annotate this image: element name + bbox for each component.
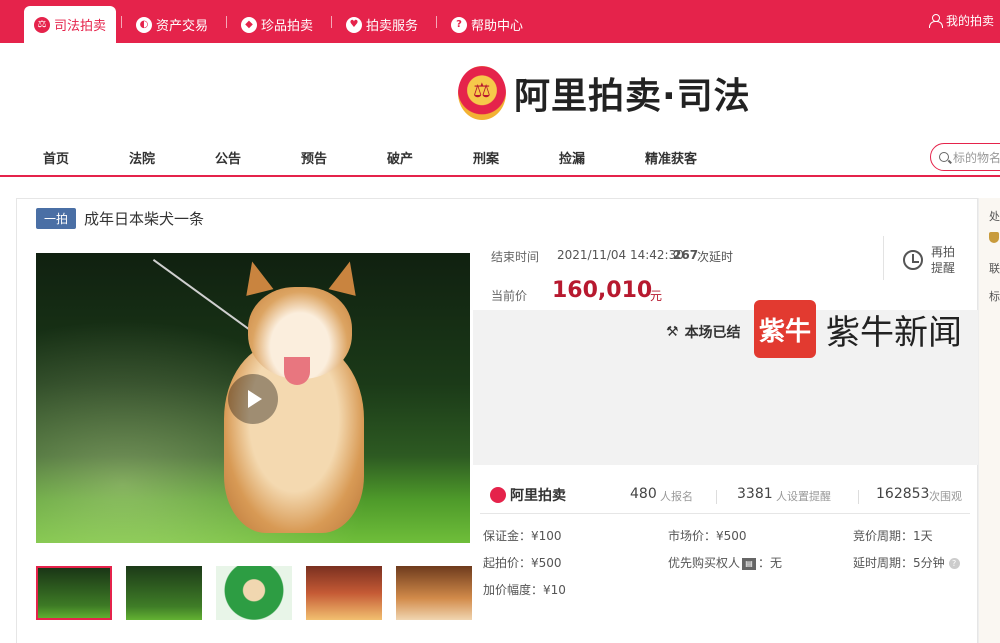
search-placeholder: 标的物名 bbox=[953, 150, 1000, 165]
delay-cycle-info: 延时周期：5分钟? bbox=[853, 554, 960, 571]
item-title: 成年日本柴犬一条 bbox=[84, 210, 205, 228]
increment-info: 加价幅度：¥10 bbox=[483, 583, 566, 597]
tab-treasure-auction[interactable]: ◆ 珍品拍卖 bbox=[241, 6, 313, 43]
reauction-remind-button[interactable]: 再拍提醒 bbox=[903, 244, 957, 276]
tab-label: 珍品拍卖 bbox=[261, 19, 314, 34]
news-watermark: 紫牛 紫牛新闻 bbox=[754, 300, 962, 358]
divider bbox=[858, 490, 859, 504]
delay-count: 267 bbox=[673, 248, 699, 262]
main-nav: 首页 法院 公告 预告 破产 刑案 捡漏 精准获客 bbox=[0, 140, 1000, 177]
court-icon: ⚖ bbox=[34, 16, 50, 33]
divider bbox=[480, 513, 970, 514]
stats-row: 阿里拍卖 480 人报名 3381 人设置提醒 162853 次围观 bbox=[473, 478, 978, 514]
delay-cycle-text: 延时周期：5分钟 bbox=[853, 556, 945, 570]
divider bbox=[716, 490, 717, 504]
end-time-label: 结束时间 bbox=[491, 250, 540, 264]
nav-item-bankruptcy[interactable]: 破产 bbox=[387, 148, 413, 167]
tab-label: 资产交易 bbox=[156, 19, 209, 34]
tab-asset-trading[interactable]: ◐ 资产交易 bbox=[136, 6, 208, 43]
logo-text: 阿里拍卖·司法 bbox=[514, 76, 751, 117]
nav-item-bargain[interactable]: 捡漏 bbox=[559, 148, 585, 167]
question-icon[interactable]: ? bbox=[948, 558, 960, 569]
divider bbox=[331, 16, 332, 28]
search-input[interactable]: 标的物名 bbox=[930, 143, 1000, 171]
thumbnail-4[interactable] bbox=[306, 566, 382, 620]
deposit-info: 保证金：¥100 bbox=[483, 529, 562, 543]
gem-icon: ◆ bbox=[241, 16, 257, 33]
user-icon bbox=[928, 14, 943, 28]
watermark-logo: 紫牛 bbox=[754, 300, 816, 358]
end-time-value: 2021/11/04 14:42:30 bbox=[557, 248, 684, 262]
brand-label: 阿里拍卖 bbox=[510, 488, 566, 504]
side-info-panel: 处 联 标 bbox=[978, 198, 1000, 643]
my-auction-link[interactable]: 我的拍卖 bbox=[928, 12, 994, 29]
thumbnail-2[interactable] bbox=[126, 566, 202, 620]
shield-icon bbox=[989, 232, 999, 243]
dog-tongue bbox=[284, 357, 310, 385]
item-title-row: 一拍 成年日本柴犬一条 bbox=[36, 208, 204, 229]
ali-auction-icon bbox=[490, 487, 506, 503]
side-text: 处 bbox=[989, 210, 1000, 223]
priority-prefix: 优先购买权人 bbox=[668, 556, 741, 570]
nav-item-criminal[interactable]: 刑案 bbox=[473, 148, 499, 167]
remind-label: 再拍提醒 bbox=[931, 245, 956, 275]
divider bbox=[226, 16, 227, 28]
bid-cycle-info: 竞价周期：1天 bbox=[853, 529, 933, 543]
tab-label: 拍卖服务 bbox=[366, 19, 419, 34]
nav-item-announcement[interactable]: 公告 bbox=[215, 148, 241, 167]
thumbnail-strip bbox=[36, 566, 472, 622]
divider bbox=[121, 16, 122, 28]
nav-underline bbox=[0, 175, 1000, 177]
top-navigation-bar: ⚖ 司法拍卖 ◐ 资产交易 ◆ 珍品拍卖 ♥ 拍卖服务 ? 帮助中心 我的拍卖 bbox=[0, 0, 1000, 43]
signup-label: 人报名 bbox=[660, 490, 693, 503]
divider bbox=[883, 236, 884, 280]
priority-buyer-info: 优先购买权人 ▤ ：无 bbox=[668, 554, 782, 571]
priority-suffix: ：无 bbox=[758, 556, 783, 570]
nav-item-precise-leads[interactable]: 精准获客 bbox=[645, 148, 697, 167]
thumbnail-5[interactable] bbox=[396, 566, 472, 620]
delay-suffix: 次延时 bbox=[697, 250, 734, 264]
view-label: 次围观 bbox=[929, 490, 962, 503]
side-text: 标 bbox=[989, 290, 1000, 303]
court-emblem-icon bbox=[458, 66, 506, 120]
tab-judicial-auction[interactable]: ⚖ 司法拍卖 bbox=[24, 6, 117, 43]
reminder-label: 人设置提醒 bbox=[776, 490, 831, 503]
tab-label: 帮助中心 bbox=[471, 19, 524, 34]
nav-item-preview[interactable]: 预告 bbox=[301, 148, 327, 167]
side-text: 联 bbox=[989, 262, 1000, 275]
thumbnail-1[interactable] bbox=[36, 566, 112, 620]
asset-icon: ◐ bbox=[136, 16, 152, 33]
current-price: 160,010 bbox=[552, 278, 653, 303]
gavel-icon: ⚒ bbox=[666, 324, 679, 340]
ali-auction-brand: 阿里拍卖 bbox=[490, 485, 566, 505]
heart-icon: ♥ bbox=[346, 16, 362, 33]
my-auction-label: 我的拍卖 bbox=[945, 14, 994, 28]
view-count: 162853 bbox=[876, 486, 930, 502]
watermark-text: 紫牛新闻 bbox=[826, 312, 962, 353]
tab-help-center[interactable]: ? 帮助中心 bbox=[451, 6, 523, 43]
ended-text: 本场已结 bbox=[684, 325, 741, 341]
price-unit: 元 bbox=[650, 289, 663, 303]
reminder-count: 3381 bbox=[737, 486, 773, 502]
nav-item-home[interactable]: 首页 bbox=[43, 148, 69, 167]
divider bbox=[436, 16, 437, 28]
tab-auction-service[interactable]: ♥ 拍卖服务 bbox=[346, 6, 418, 43]
site-logo[interactable]: 阿里拍卖·司法 bbox=[458, 66, 751, 120]
current-price-label: 当前价 bbox=[491, 289, 528, 303]
auction-round-badge: 一拍 bbox=[36, 208, 77, 229]
alarm-clock-icon bbox=[903, 250, 923, 270]
market-price-info: 市场价：¥500 bbox=[668, 529, 747, 543]
help-icon: ? bbox=[451, 16, 467, 33]
nav-item-court[interactable]: 法院 bbox=[129, 148, 155, 167]
auction-ended-status: ⚒ 本场已结 bbox=[666, 322, 741, 342]
search-icon bbox=[939, 152, 949, 162]
start-price-info: 起拍价：¥500 bbox=[483, 556, 562, 570]
tab-label: 司法拍卖 bbox=[54, 19, 107, 34]
thumbnail-3[interactable] bbox=[216, 566, 292, 620]
play-video-icon[interactable] bbox=[228, 374, 278, 424]
info-tag-icon[interactable]: ▤ bbox=[742, 557, 757, 570]
signup-count: 480 bbox=[630, 486, 657, 502]
